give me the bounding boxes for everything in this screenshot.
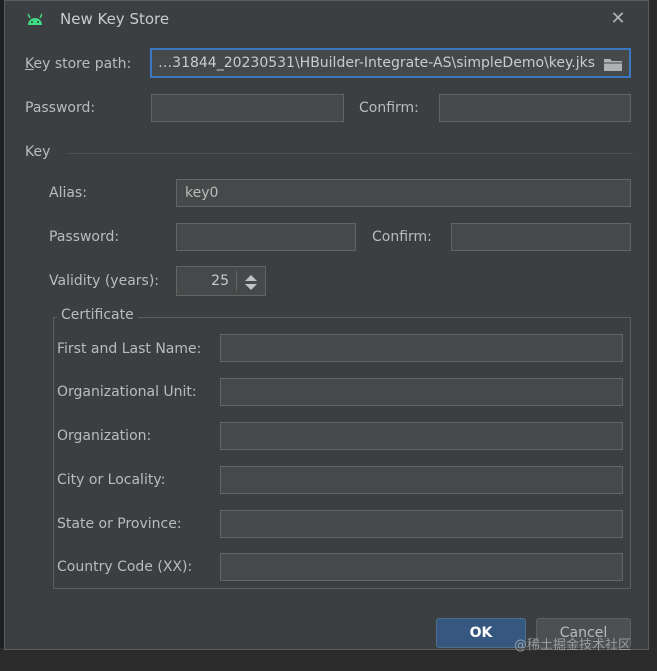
country-code-label: Country Code (XX):	[57, 559, 193, 575]
spinner-up-icon[interactable]	[245, 275, 257, 281]
folder-icon[interactable]	[603, 56, 623, 72]
validity-spinner[interactable]: 25	[176, 266, 266, 296]
ok-button[interactable]: OK	[436, 618, 526, 648]
keystore-confirm-label: Confirm:	[359, 100, 419, 116]
key-store-path-label: Key store path:	[25, 56, 132, 72]
key-section-title: Key	[25, 144, 51, 160]
certificate-title: Certificate	[57, 307, 138, 323]
country-code-field[interactable]	[220, 553, 623, 581]
key-password-field[interactable]	[176, 223, 356, 251]
validity-value: 25	[211, 273, 229, 289]
city-locality-label: City or Locality:	[57, 472, 166, 488]
state-province-label: State or Province:	[57, 516, 182, 532]
city-locality-field[interactable]	[220, 466, 623, 494]
spinner-divider	[236, 271, 237, 291]
dialog-title: New Key Store	[60, 10, 170, 28]
key-confirm-label: Confirm:	[372, 229, 432, 245]
organization-field[interactable]	[220, 422, 623, 450]
spinner-down-icon[interactable]	[245, 284, 257, 290]
alias-label: Alias:	[49, 185, 87, 201]
organization-label: Organization:	[57, 428, 152, 444]
android-icon	[27, 13, 43, 25]
keystore-confirm-field[interactable]	[439, 94, 631, 122]
key-section-divider	[67, 153, 633, 154]
close-icon[interactable]: ✕	[608, 9, 628, 29]
keystore-password-field[interactable]	[151, 94, 344, 122]
key-password-label: Password:	[49, 229, 120, 245]
new-key-store-dialog: New Key Store ✕ Key store path: …31844_2…	[4, 0, 649, 650]
organizational-unit-field[interactable]	[220, 378, 623, 406]
first-last-name-label: First and Last Name:	[57, 341, 202, 357]
key-confirm-field[interactable]	[451, 223, 631, 251]
organizational-unit-label: Organizational Unit:	[57, 384, 197, 400]
alias-field[interactable]	[176, 179, 631, 207]
validity-label: Validity (years):	[49, 273, 160, 289]
keystore-password-label: Password:	[25, 100, 96, 116]
dialog-titlebar: New Key Store ✕	[5, 1, 648, 39]
key-store-path-input[interactable]: …31844_20230531\HBuilder-Integrate-AS\si…	[150, 48, 631, 78]
first-last-name-field[interactable]	[220, 334, 623, 362]
state-province-field[interactable]	[220, 510, 623, 538]
key-store-path-value: …31844_20230531\HBuilder-Integrate-AS\si…	[158, 55, 595, 71]
watermark-text: @稀土掘金技术社区	[514, 638, 632, 653]
